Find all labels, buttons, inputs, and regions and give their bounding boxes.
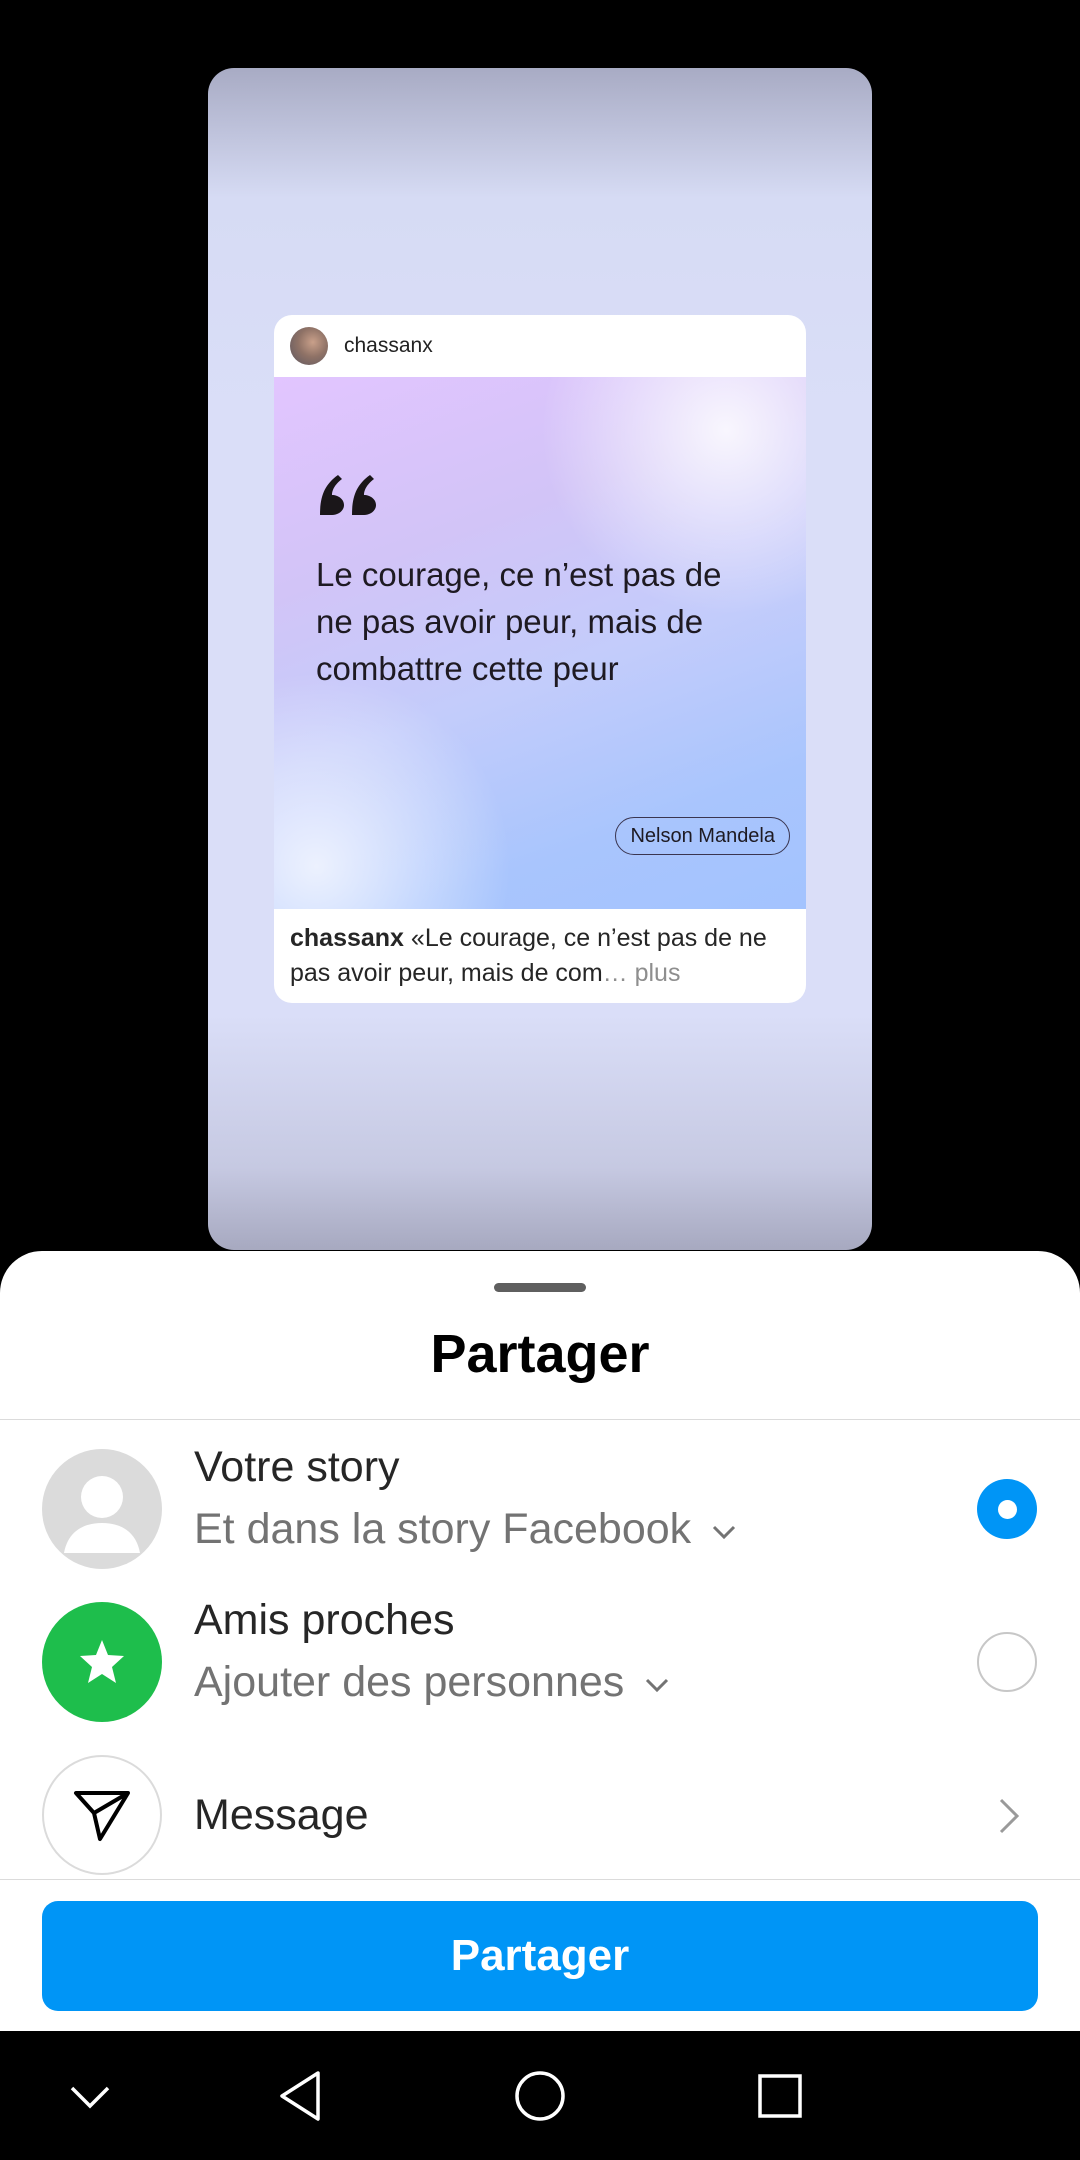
quote-text: Le courage, ce n’est pas de ne pas avoir… [316,556,722,687]
quote-mark-icon [320,475,376,515]
system-nav-bar [0,2031,1080,2160]
option-title: Amis proches [194,1596,455,1644]
chevron-right-icon [999,1798,1020,1834]
option-subtitle[interactable]: Ajouter des personnes [194,1658,670,1707]
chevron-down-icon[interactable] [55,2061,125,2131]
option-subtitle-text: Ajouter des personnes [194,1658,625,1706]
option-subtitle[interactable]: Et dans la story Facebook [194,1505,737,1554]
option-title: Message [194,1791,369,1839]
divider [0,1879,1080,1880]
radio-selected[interactable] [977,1479,1037,1539]
chevron-down-icon [646,1678,669,1692]
star-icon [42,1602,162,1722]
post-header: chassanx [274,315,806,377]
home-icon[interactable] [505,2061,575,2131]
shared-post-card: chassanx Le courage, ce n’est pas de ne … [274,315,806,1003]
option-close-friends[interactable]: Amis proches Ajouter des personnes [0,1588,1080,1738]
option-your-story[interactable]: Votre story Et dans la story Facebook [0,1435,1080,1585]
caption-username: chassanx [290,924,404,952]
sheet-drag-handle[interactable] [494,1283,586,1292]
post-username: chassanx [344,334,433,357]
option-message[interactable]: Message [0,1741,1080,1891]
divider [0,1419,1080,1420]
avatar [290,327,328,365]
quote-author-tag: Nelson Mandela [615,817,790,855]
sheet-title: Partager [430,1324,650,1384]
back-icon[interactable] [265,2061,335,2131]
recents-icon[interactable] [745,2061,815,2131]
radio-unselected[interactable] [977,1632,1037,1692]
paper-plane-icon [42,1755,162,1875]
quote-image: Le courage, ce n’est pas de ne pas avoir… [274,377,806,909]
post-caption: chassanx «Le courage, ce n’est pas de ne… [274,909,806,991]
story-preview: chassanx Le courage, ce n’est pas de ne … [208,68,872,1250]
chevron-down-icon [713,1525,736,1539]
caption-more-link[interactable]: … plus [603,959,681,987]
person-icon [42,1449,162,1569]
share-button[interactable]: Partager [42,1901,1038,2011]
share-sheet: Partager Votre story Et dans la story Fa… [0,1251,1080,2031]
option-subtitle-text: Et dans la story Facebook [194,1505,692,1553]
option-title: Votre story [194,1443,400,1491]
